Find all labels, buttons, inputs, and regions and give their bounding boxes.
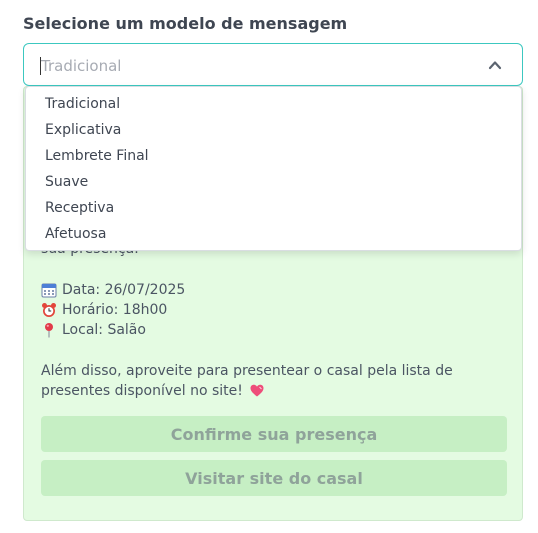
location-pin-icon — [45, 323, 53, 338]
dropdown-option[interactable]: Afetuosa — [26, 221, 521, 247]
event-time-text: Horário: 18h00 — [62, 302, 168, 318]
field-label: Selecione um modelo de mensagem — [23, 14, 348, 33]
message-template-select[interactable]: Tradicional — [23, 43, 523, 86]
dropdown-option[interactable]: Receptiva — [26, 195, 521, 221]
select-value: Tradicional — [41, 57, 122, 75]
calendar-icon — [41, 283, 57, 298]
heart-icon — [250, 384, 264, 397]
event-time: Horário: 18h00 — [41, 302, 167, 318]
alarm-clock-icon — [42, 303, 56, 317]
template-dropdown-menu: Tradicional Explicativa Lembrete Final S… — [25, 86, 522, 251]
dropdown-option[interactable]: Tradicional — [26, 91, 521, 117]
dropdown-option[interactable]: Suave — [26, 169, 521, 195]
event-date-text: Data: 26/07/2025 — [62, 282, 186, 298]
chevron-up-icon[interactable] — [488, 58, 502, 72]
event-date: Data: 26/07/2025 — [41, 282, 185, 298]
event-place-text: Local: Salão — [62, 322, 146, 338]
event-place: Local: Salão — [41, 322, 146, 338]
dropdown-option[interactable]: Explicativa — [26, 117, 521, 143]
visit-couple-site-button[interactable]: Visitar site do casal — [41, 460, 507, 496]
preview-paragraph: Além disso, aproveite para presentear o … — [41, 361, 481, 401]
confirm-presence-button[interactable]: Confirme sua presença — [41, 416, 507, 452]
dropdown-option[interactable]: Lembrete Final — [26, 143, 521, 169]
preview-paragraph-text: Além disso, aproveite para presentear o … — [41, 363, 453, 399]
